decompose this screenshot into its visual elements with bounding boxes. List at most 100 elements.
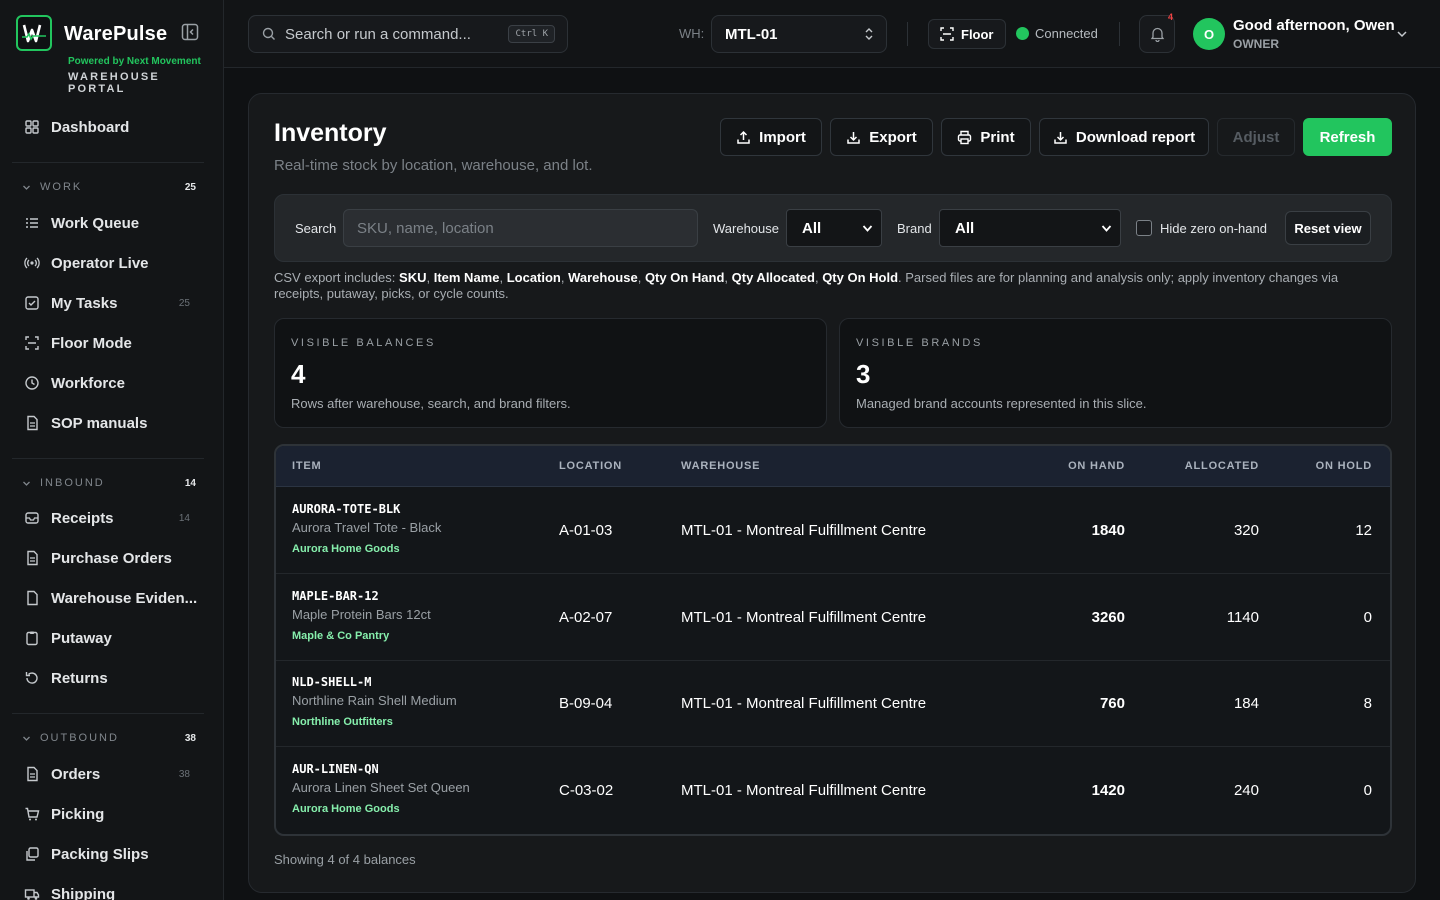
divider [12, 713, 204, 714]
row-item-name: Northline Rain Shell Medium [292, 693, 457, 708]
warepulse-logo-icon[interactable] [16, 15, 52, 51]
chevron-down-icon[interactable] [1396, 28, 1408, 40]
user-greeting[interactable]: Good afternoon, Owen [1233, 17, 1395, 34]
column-header-allocated[interactable]: ALLOCATED [1159, 460, 1259, 472]
sidebar-item-purchase-orders[interactable]: Purchase Orders [14, 540, 206, 576]
section-inbound[interactable]: INBOUND 14 [22, 474, 196, 492]
sidebar-item-label: Receipts [51, 509, 114, 527]
stat-description: Rows after warehouse, search, and brand … [291, 396, 571, 411]
row-warehouse: MTL-01 - Montreal Fulfillment Centre [681, 695, 927, 712]
reset-view-button[interactable]: Reset view [1285, 211, 1371, 245]
table-row[interactable]: AUR-LINEN-QN Aurora Linen Sheet Set Quee… [276, 747, 1390, 834]
row-sku: AUR-LINEN-QN [292, 762, 379, 776]
row-brand[interactable]: Aurora Home Goods [292, 803, 400, 815]
collapse-sidebar-icon[interactable] [181, 23, 199, 41]
refresh-button[interactable]: Refresh [1303, 118, 1392, 156]
pagination-summary: Showing 4 of 4 balances [274, 852, 416, 867]
button-label: Print [980, 128, 1015, 146]
sidebar-item-dashboard[interactable]: Dashboard [14, 109, 206, 145]
row-item-name: Aurora Travel Tote - Black [292, 520, 442, 535]
printer-icon [958, 130, 972, 144]
floor-button[interactable]: Floor [928, 19, 1006, 49]
sidebar-item-label: Workforce [51, 374, 125, 392]
sidebar-item-floor-mode[interactable]: Floor Mode [14, 325, 206, 361]
row-brand[interactable]: Maple & Co Pantry [292, 630, 389, 642]
brand-filter-label: Brand [897, 221, 932, 236]
sidebar-item-label: Orders [51, 765, 101, 783]
row-location: B-09-04 [559, 695, 613, 712]
button-label: Export [869, 128, 917, 146]
table-row[interactable]: MAPLE-BAR-12 Maple Protein Bars 12ct Map… [276, 574, 1390, 661]
sidebar-item-my-tasks[interactable]: My Tasks 25 [14, 285, 206, 321]
sidebar-item-receipts[interactable]: Receipts 14 [14, 500, 206, 536]
table-row[interactable]: NLD-SHELL-M Northline Rain Shell Medium … [276, 660, 1390, 747]
sidebar-item-workforce[interactable]: Workforce [14, 365, 206, 401]
sidebar-item-orders[interactable]: Orders 38 [14, 756, 206, 792]
column-header-on-hand[interactable]: ON HAND [1045, 460, 1125, 472]
export-button[interactable]: Export [830, 118, 933, 156]
row-on-hand: 760 [1099, 695, 1125, 712]
csv-field: Location [506, 270, 561, 285]
chevron-up-down-icon [865, 28, 873, 40]
row-location: A-02-07 [559, 609, 613, 626]
sidebar-item-label: Packing Slips [51, 845, 149, 863]
csv-field: Qty On Hand [644, 270, 725, 285]
sidebar-item-packing-slips[interactable]: Packing Slips [14, 836, 206, 872]
section-title: WORK [40, 181, 83, 193]
sidebar-item-label: Warehouse Eviden... [51, 589, 198, 607]
sidebar-item-warehouse-evidence[interactable]: Warehouse Eviden... [14, 580, 206, 616]
search-label: Search [295, 221, 337, 236]
hide-zero-label[interactable]: Hide zero on-hand [1160, 221, 1267, 236]
upload-icon [737, 130, 750, 144]
download-icon [1054, 131, 1067, 144]
column-header-on-hold[interactable]: ON HOLD [1292, 460, 1372, 472]
section-work[interactable]: WORK 25 [22, 178, 196, 196]
sidebar-item-shipping[interactable]: Shipping [14, 876, 206, 900]
print-button[interactable]: Print [941, 118, 1031, 156]
sidebar-item-work-queue[interactable]: Work Queue [14, 205, 206, 241]
row-on-hold: 8 [1363, 695, 1372, 712]
download-report-button[interactable]: Download report [1039, 118, 1209, 156]
clipboard-icon [26, 631, 38, 646]
inventory-search-input[interactable]: SKU, name, location [343, 209, 698, 247]
divider [907, 22, 908, 46]
row-brand[interactable]: Aurora Home Goods [292, 543, 400, 555]
column-header-location[interactable]: LOCATION [559, 460, 622, 472]
chevron-down-icon [23, 736, 30, 741]
table-row[interactable]: AURORA-TOTE-BLK Aurora Travel Tote - Bla… [276, 487, 1390, 574]
column-header-item[interactable]: ITEM [292, 460, 321, 472]
status-dot-icon [1016, 27, 1029, 40]
avatar[interactable]: O [1193, 18, 1225, 50]
divider [1119, 22, 1120, 46]
row-brand[interactable]: Northline Outfitters [292, 716, 393, 728]
user-role: OWNER [1233, 37, 1279, 51]
stat-value: 4 [291, 359, 306, 389]
section-count: 25 [184, 181, 196, 193]
sidebar-item-label: My Tasks [51, 294, 118, 312]
csv-field: Qty On Hold [822, 270, 899, 285]
sidebar-item-returns[interactable]: Returns [14, 660, 206, 696]
sidebar-item-picking[interactable]: Picking [14, 796, 206, 832]
command-search[interactable]: Search or run a command... Ctrl K [248, 15, 568, 53]
sidebar-item-putaway[interactable]: Putaway [14, 620, 206, 656]
brand-filter-select[interactable]: All [939, 209, 1121, 247]
import-button[interactable]: Import [720, 118, 822, 156]
hide-zero-checkbox[interactable] [1136, 220, 1152, 236]
adjust-button[interactable]: Adjust [1217, 118, 1295, 156]
table-header: ITEM LOCATION WAREHOUSE ON HAND ALLOCATE… [276, 446, 1390, 487]
warehouse-select[interactable]: MTL-01 [711, 15, 887, 53]
sidebar-item-label: Dashboard [51, 118, 130, 136]
sidebar-item-operator-live[interactable]: Operator Live [14, 245, 206, 281]
row-item-name: Aurora Linen Sheet Set Queen [292, 780, 470, 795]
section-outbound[interactable]: OUTBOUND 38 [22, 729, 196, 747]
sidebar-item-sop-manuals[interactable]: SOP manuals [14, 405, 206, 441]
status-text: Connected [1035, 26, 1098, 41]
app-name: WarePulse [64, 23, 168, 45]
page-subtitle: Real-time stock by location, warehouse, … [274, 157, 593, 174]
clock-icon [25, 376, 39, 390]
column-header-warehouse[interactable]: WAREHOUSE [681, 460, 760, 472]
warehouse-filter-select[interactable]: All [786, 209, 882, 247]
grid-icon [25, 120, 39, 134]
csv-note: CSV export includes: SKU, Item Name, Loc… [274, 270, 1339, 301]
button-label: Refresh [1319, 128, 1376, 146]
